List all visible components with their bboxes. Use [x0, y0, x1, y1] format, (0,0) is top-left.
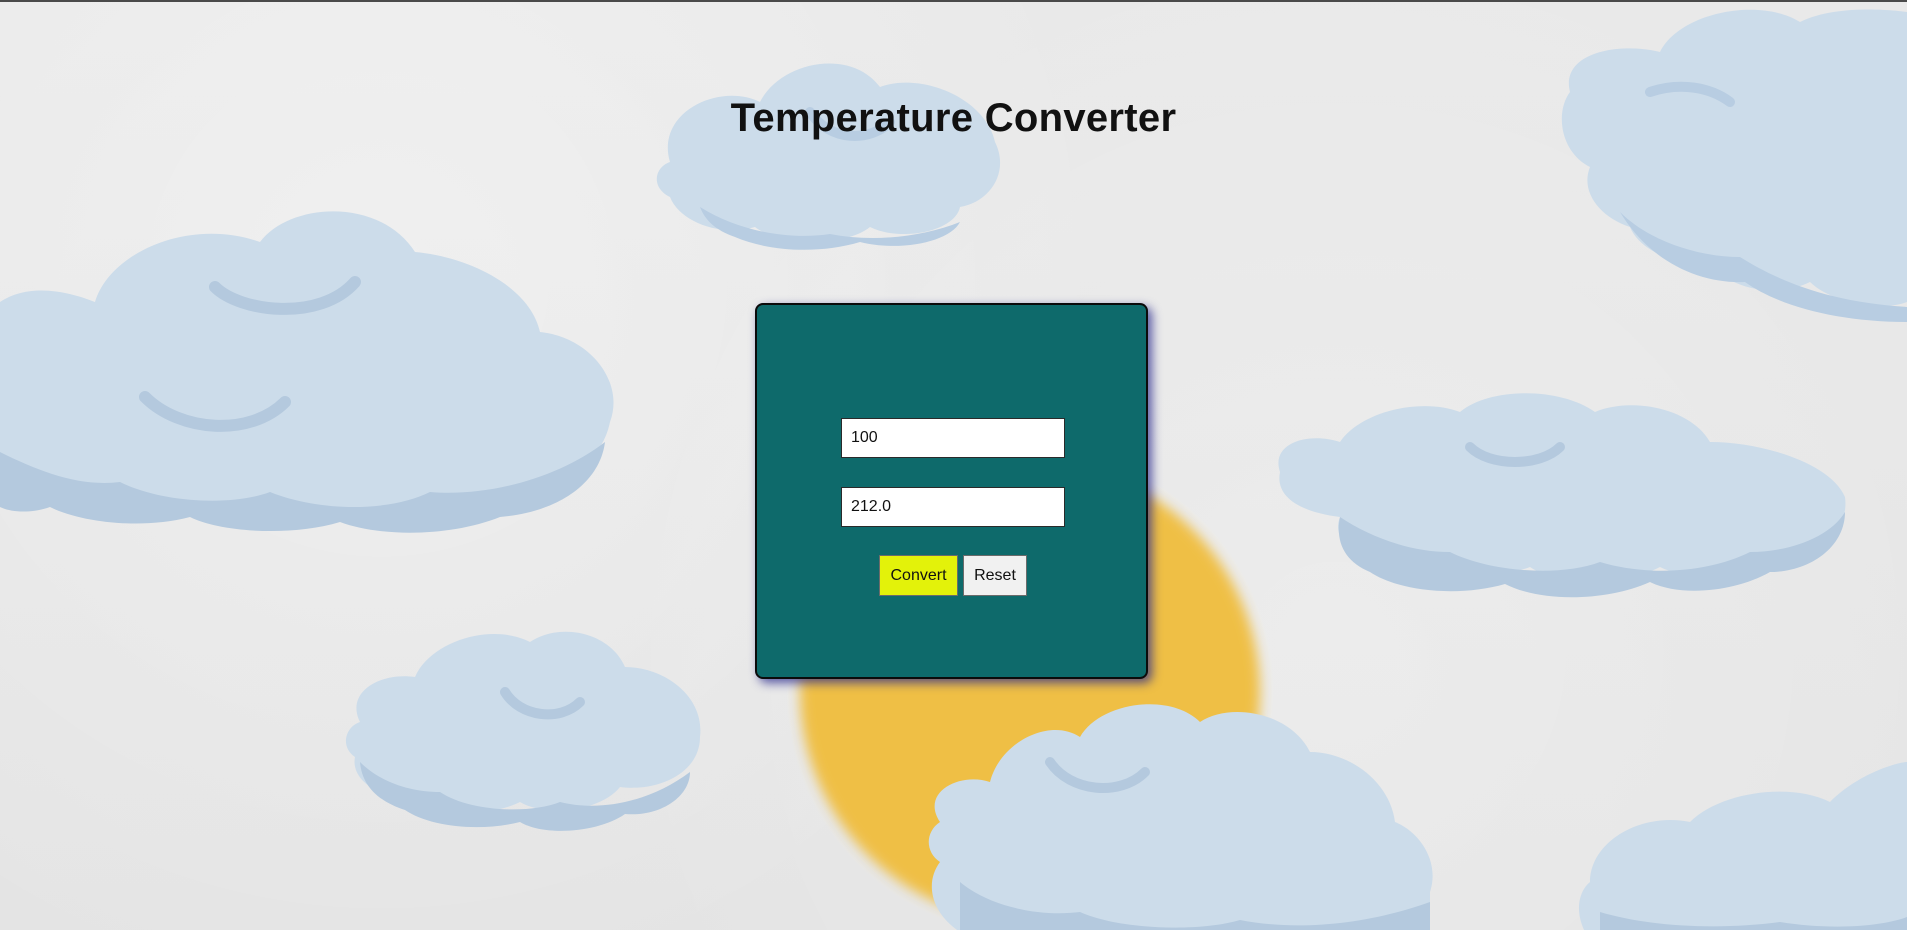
reset-button[interactable]: Reset [963, 555, 1027, 596]
cloud-right-middle [1278, 393, 1846, 598]
cloud-bottom-right [1579, 762, 1907, 930]
cloud-left [0, 211, 614, 533]
convert-button[interactable]: Convert [879, 555, 958, 596]
cloud-top-center [656, 63, 1001, 250]
converter-panel: Convert Reset [755, 303, 1148, 679]
page-title: Temperature Converter [730, 96, 1177, 140]
cloud-bottom-left [345, 631, 701, 831]
app-window: Temperature Converter Convert Reset [0, 0, 1907, 930]
cloud-top-right [1561, 9, 1907, 322]
fahrenheit-output[interactable] [841, 487, 1065, 527]
celsius-input[interactable] [841, 418, 1065, 458]
